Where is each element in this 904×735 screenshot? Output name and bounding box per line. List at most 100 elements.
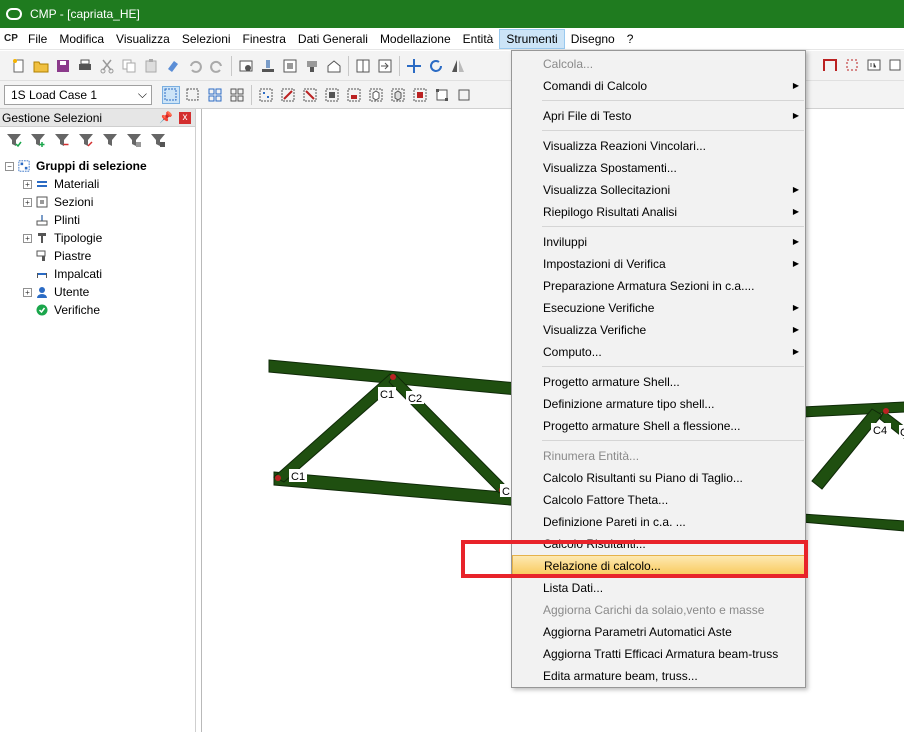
tree-item-piastre[interactable]: Piastre: [0, 247, 195, 265]
menu-item-riepilogo-risultati[interactable]: Riepilogo Risultati Analisi ▶: [512, 201, 805, 223]
select-all-icon[interactable]: [433, 86, 451, 104]
menu-item-visualizza-verifiche[interactable]: Visualizza Verifiche ▶: [512, 319, 805, 341]
id-icon[interactable]: [866, 57, 882, 76]
menu-item-lista-dati[interactable]: Lista Dati...: [512, 577, 805, 599]
load-case-select[interactable]: 1S Load Case 1 ⌵: [4, 84, 152, 105]
menu-visualizza[interactable]: Visualizza: [110, 29, 176, 49]
menu-item-preparazione-armatura[interactable]: Preparazione Armatura Sezioni in c.a....: [512, 275, 805, 297]
expand-icon[interactable]: +: [23, 197, 32, 207]
rotate-icon[interactable]: [427, 57, 445, 75]
copy-icon[interactable]: [120, 57, 138, 75]
node-marker[interactable]: [883, 408, 889, 414]
menu-item-progetto-shell[interactable]: Progetto armature Shell...: [512, 371, 805, 393]
menu-item-apri-file-testo[interactable]: Apri File di Testo ▶: [512, 105, 805, 127]
menu-item-fattore-theta[interactable]: Calcolo Fattore Theta...: [512, 489, 805, 511]
filter-check-icon[interactable]: [5, 131, 23, 149]
node-marker[interactable]: [390, 374, 396, 380]
grid-select-icon[interactable]: [206, 86, 224, 104]
menu-item-inviluppi[interactable]: Inviluppi ▶: [512, 231, 805, 253]
tree-item-plinti[interactable]: Plinti: [0, 211, 195, 229]
tree-item-materiali[interactable]: + Materiali: [0, 175, 195, 193]
menu-item-computo[interactable]: Computo... ▶: [512, 341, 805, 363]
tree-item-utente[interactable]: + Utente: [0, 283, 195, 301]
menu-item-comandi-calcolo[interactable]: Comandi di Calcolo ▶: [512, 75, 805, 97]
menu-modellazione[interactable]: Modellazione: [374, 29, 457, 49]
window-split-icon[interactable]: [354, 57, 372, 75]
tree-root[interactable]: − Gruppi di selezione: [0, 157, 195, 175]
select-box-icon[interactable]: [455, 86, 473, 104]
paste-icon[interactable]: [142, 57, 160, 75]
section-icon[interactable]: [281, 57, 299, 75]
diagonal-beam-far[interactable]: [811, 408, 883, 490]
building-icon[interactable]: [325, 57, 343, 75]
menu-item-edita-armature[interactable]: Edita armature beam, truss...: [512, 665, 805, 687]
open-folder-icon[interactable]: [32, 57, 50, 75]
menu-entita[interactable]: Entità: [457, 29, 500, 49]
menu-item-definizione-pareti[interactable]: Definizione Pareti in c.a. ...: [512, 511, 805, 533]
filter-clear-icon[interactable]: [77, 131, 95, 149]
grid-icon[interactable]: [888, 57, 902, 76]
select-solids-icon[interactable]: [367, 86, 385, 104]
frame-icon[interactable]: [822, 57, 838, 76]
select-rect-icon[interactable]: [162, 85, 180, 104]
menu-item-spostamenti[interactable]: Visualizza Spostamenti...: [512, 157, 805, 179]
select-nodes-icon[interactable]: [257, 86, 275, 104]
menu-item-sollecitazioni[interactable]: Visualizza Sollecitazioni ▶: [512, 179, 805, 201]
menu-item-reazioni-vincolari[interactable]: Visualizza Reazioni Vincolari...: [512, 135, 805, 157]
select-plates-icon[interactable]: [323, 86, 341, 104]
tree-item-tipologie[interactable]: + Tipologie: [0, 229, 195, 247]
filter-add-icon[interactable]: [29, 131, 47, 149]
node-marker[interactable]: [275, 475, 281, 481]
close-panel-button[interactable]: x: [179, 111, 191, 124]
redo-icon[interactable]: [208, 57, 226, 75]
filter-edit-icon[interactable]: [101, 131, 119, 149]
menu-finestra[interactable]: Finestra: [237, 29, 292, 49]
deselect-rect-icon[interactable]: [184, 86, 202, 104]
undo-icon[interactable]: [186, 57, 204, 75]
tree-item-impalcati[interactable]: Impalcati: [0, 265, 195, 283]
menu-strumenti[interactable]: Strumenti: [499, 28, 565, 49]
filter-load-icon[interactable]: [125, 131, 143, 149]
cut-icon[interactable]: [98, 57, 116, 75]
select-beams-icon[interactable]: [279, 86, 297, 104]
menu-item-impostazioni-verifica[interactable]: Impostazioni di Verifica ▶: [512, 253, 805, 275]
expand-icon[interactable]: +: [23, 287, 32, 297]
support-icon[interactable]: [259, 57, 277, 75]
menu-disegno[interactable]: Disegno: [565, 29, 621, 49]
menu-item-progetto-shell-flessione[interactable]: Progetto armature Shell a flessione...: [512, 415, 805, 437]
bottom-chord-beam-right[interactable]: [801, 513, 904, 532]
expand-icon[interactable]: +: [23, 179, 32, 189]
menu-file[interactable]: File: [22, 29, 53, 49]
expand-icon[interactable]: +: [23, 233, 32, 243]
eraser-icon[interactable]: [164, 57, 182, 75]
plate-icon[interactable]: [303, 57, 321, 75]
filter-save-icon[interactable]: [149, 131, 167, 149]
select-springs-icon[interactable]: [411, 86, 429, 104]
select-shells-icon[interactable]: [345, 86, 363, 104]
menu-item-aggiorna-parametri[interactable]: Aggiorna Parametri Automatici Aste: [512, 621, 805, 643]
menu-selezioni[interactable]: Selezioni: [176, 29, 237, 49]
menu-dati-generali[interactable]: Dati Generali: [292, 29, 374, 49]
filter-remove-icon[interactable]: [53, 131, 71, 149]
node-select-icon[interactable]: [844, 57, 860, 76]
tree-item-verifiche[interactable]: Verifiche: [0, 301, 195, 319]
settings-icon[interactable]: [237, 57, 255, 75]
menu-item-esecuzione-verifiche[interactable]: Esecuzione Verifiche ▶: [512, 297, 805, 319]
print-icon[interactable]: [76, 57, 94, 75]
menu-help[interactable]: ?: [621, 29, 640, 49]
select-volume-icon[interactable]: [389, 86, 407, 104]
select-beams-alt-icon[interactable]: [301, 86, 319, 104]
move-icon[interactable]: [405, 57, 423, 75]
app-logo-icon[interactable]: CP: [0, 29, 22, 49]
menu-item-risultanti-piano-taglio[interactable]: Calcolo Risultanti su Piano di Taglio...: [512, 467, 805, 489]
mirror-icon[interactable]: [449, 57, 467, 75]
menu-modifica[interactable]: Modifica: [53, 29, 110, 49]
menu-item-aggiorna-tratti[interactable]: Aggiorna Tratti Efficaci Armatura beam-t…: [512, 643, 805, 665]
collapse-icon[interactable]: −: [5, 161, 14, 171]
pin-icon[interactable]: 📌: [159, 111, 173, 124]
import-icon[interactable]: [376, 57, 394, 75]
grid-deselect-icon[interactable]: [228, 86, 246, 104]
save-icon[interactable]: [54, 57, 72, 75]
menu-item-definizione-shell[interactable]: Definizione armature tipo shell...: [512, 393, 805, 415]
new-file-icon[interactable]: [10, 57, 28, 75]
